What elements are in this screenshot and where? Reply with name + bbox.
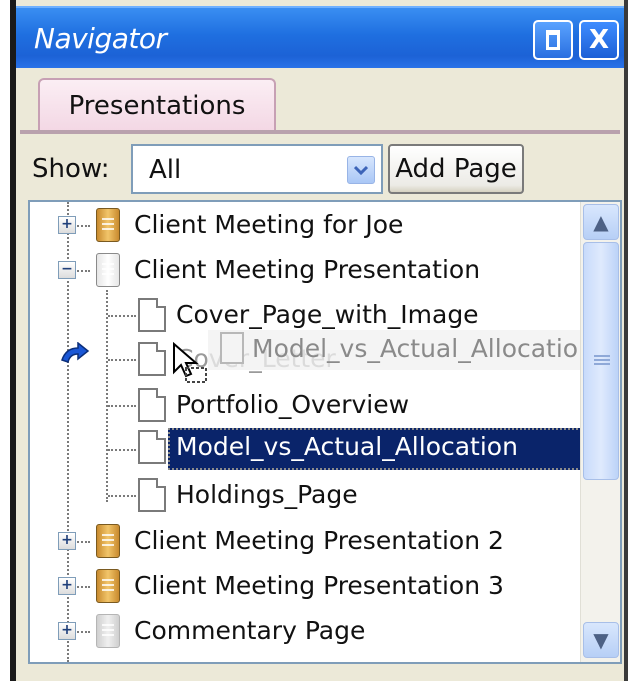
tree-connector: [108, 405, 136, 407]
show-label: Show:: [32, 154, 110, 184]
tree-item-label: Client Meeting Presentation 3: [134, 571, 504, 600]
tree-item-holdings-page[interactable]: Holdings_Page: [30, 474, 570, 518]
tree-item-commentary-page[interactable]: + Commentary Page: [30, 610, 570, 654]
drag-ghost-label: Model_vs_Actual_Allocation: [252, 334, 594, 363]
presentation-tree[interactable]: + Client Meeting for Joe − Client Meetin…: [28, 200, 622, 664]
tree-item-label: Model_vs_Actual_Allocation: [176, 432, 518, 461]
grip-icon: [594, 355, 610, 367]
tree-item-label: Client Meeting Presentation: [134, 255, 481, 284]
tree-item-model-vs-actual-allocation[interactable]: Model_vs_Actual_Allocation: [30, 426, 582, 470]
tree-item-client-meeting-presentation-3[interactable]: + Client Meeting Presentation 3: [30, 565, 570, 609]
presentation-icon: [96, 524, 120, 558]
vertical-scrollbar[interactable]: ▲ ▼: [580, 202, 620, 662]
tab-presentations[interactable]: Presentations: [38, 78, 276, 132]
tree-connector: [108, 495, 136, 497]
expand-icon[interactable]: +: [58, 532, 76, 550]
close-button[interactable]: X: [579, 20, 619, 60]
tree-item-label: Portfolio_Overview: [176, 390, 410, 419]
page-icon: [138, 342, 166, 376]
tree-item-label: Holdings_Page: [176, 480, 358, 509]
collapse-icon[interactable]: −: [58, 261, 76, 279]
tab-divider: [20, 130, 620, 134]
scroll-down-button[interactable]: ▼: [583, 622, 619, 658]
tree-connector: [108, 359, 136, 361]
tree-item-label: Cover_Page_with_Image: [176, 300, 479, 329]
chevron-down-icon[interactable]: [347, 156, 375, 184]
ghost-page-icon: [220, 332, 244, 364]
page-icon: [138, 478, 166, 512]
drag-ghost: Model_vs_Actual_Allocation: [208, 330, 610, 370]
tree-item-client-meeting-presentation[interactable]: − Client Meeting Presentation: [30, 249, 570, 293]
tree-item-label: Client Meeting for Joe: [134, 210, 404, 239]
expand-icon[interactable]: +: [58, 622, 76, 640]
tree-item-label: Client Meeting Presentation 2: [134, 526, 504, 555]
page-icon: [138, 298, 166, 332]
page-group-icon: [96, 614, 120, 648]
navigator-window: Navigator X Presentations Show: All Add …: [16, 0, 628, 681]
tree-connector: [108, 449, 136, 451]
window-title: Navigator: [34, 22, 167, 55]
presentation-icon: [96, 208, 120, 242]
scroll-up-button[interactable]: ▲: [583, 204, 619, 240]
restore-button[interactable]: [533, 20, 573, 60]
tab-label: Presentations: [68, 91, 246, 121]
filter-row: Show: All Add Page: [26, 140, 620, 196]
tree-item-label: Commentary Page: [134, 616, 366, 645]
expand-icon[interactable]: +: [58, 577, 76, 595]
title-bar[interactable]: Navigator X: [16, 6, 624, 68]
mouse-cursor-icon: [173, 342, 207, 383]
tree-item-client-meeting-for-joe[interactable]: + Client Meeting for Joe: [30, 204, 570, 248]
show-filter-select[interactable]: All: [131, 144, 383, 194]
page-icon: [138, 388, 166, 422]
presentation-icon: [96, 569, 120, 603]
tree-connector: [108, 315, 136, 317]
tree-item-client-meeting-presentation-2[interactable]: + Client Meeting Presentation 2: [30, 520, 570, 564]
outer-frame: [0, 0, 10, 681]
scroll-thumb[interactable]: [583, 242, 619, 480]
add-page-button[interactable]: Add Page: [388, 144, 524, 194]
insert-arrow-icon: [61, 342, 90, 363]
presentation-open-icon: [96, 253, 120, 287]
show-filter-value: All: [149, 155, 182, 185]
close-icon: X: [588, 25, 610, 55]
tree-item-portfolio-overview[interactable]: Portfolio_Overview: [30, 384, 570, 428]
restore-icon: [546, 30, 560, 50]
page-icon: [138, 430, 166, 464]
expand-icon[interactable]: +: [58, 216, 76, 234]
